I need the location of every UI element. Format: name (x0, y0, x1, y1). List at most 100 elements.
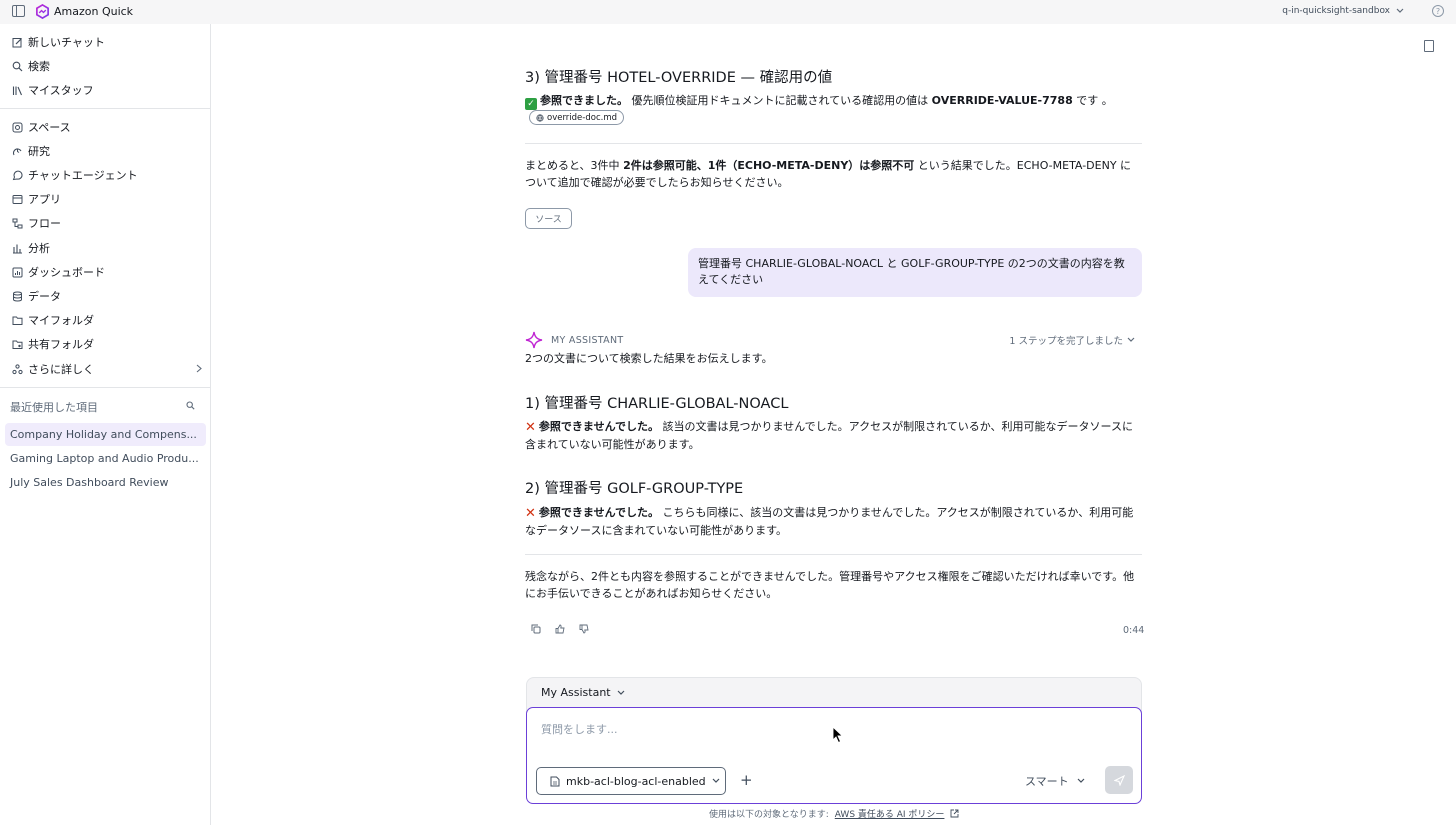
summary-paragraph: まとめると、3件中 2件は参照可能、1件（ECHO-META-DENY）は参照不… (525, 157, 1142, 191)
add-icon[interactable]: + (740, 771, 753, 789)
sidebar-item-label: 分析 (28, 242, 50, 255)
mouse-cursor-icon (832, 726, 844, 744)
folder-icon (12, 315, 23, 326)
mode-label: スマート (1025, 775, 1069, 788)
message-actions (530, 623, 590, 635)
sidebar-item-spaces[interactable]: スペース (12, 117, 71, 137)
app-name: Amazon Quick (54, 5, 134, 18)
sidebar-item-analysis[interactable]: 分析 (12, 238, 50, 258)
thumbs-down-icon[interactable] (578, 623, 590, 635)
assistant-intro: 2つの文書について検索した結果をお伝えします。 (525, 352, 773, 365)
sidebar-item-search[interactable]: 検索 (12, 56, 50, 76)
amazon-quick-logo-icon (36, 4, 49, 19)
result-status: 参照できませんでした。 (538, 420, 660, 433)
recent-item[interactable]: Gaming Laptop and Audio Produ... (5, 447, 206, 470)
chevron-down-icon (1127, 337, 1135, 342)
closing-paragraph: 残念ながら、2件とも内容を参照することができませんでした。管理番号やアクセス権限… (525, 570, 1135, 600)
agent-selector[interactable]: My Assistant (541, 686, 625, 699)
check-icon: ✓ (525, 98, 537, 110)
steps-label: 1 ステップを完了しました (1009, 336, 1123, 347)
research-icon (12, 146, 23, 157)
sidebar-item-research[interactable]: 研究 (12, 141, 50, 161)
recent-items-label: 最近使用した項目 (10, 401, 98, 414)
search-icon (12, 61, 23, 72)
chevron-down-icon (617, 690, 625, 695)
result-status: 参照できませんでした。 (538, 506, 660, 519)
sidebar-item-shared-folders[interactable]: 共有フォルダ (12, 334, 94, 354)
sidebar-item-apps[interactable]: アプリ (12, 189, 61, 209)
sidebar-item-data[interactable]: データ (12, 286, 61, 306)
source-chip[interactable]: override-doc.md (529, 110, 625, 125)
section-heading: 3) 管理番号 HOTEL-OVERRIDE — 確認用の値 (525, 70, 833, 86)
top-bar: Amazon Quick q-in-quicksight-sandbox ? (0, 0, 1456, 24)
section-heading: 1) 管理番号 CHARLIE-GLOBAL-NOACL (525, 396, 789, 412)
divider (525, 143, 1142, 144)
recent-item[interactable]: Company Holiday and Compens... (5, 423, 206, 446)
composer: mkb-acl-blog-acl-enabled + スマート (526, 707, 1142, 804)
sidebar-item-label: アプリ (28, 193, 61, 206)
chevron-down-icon (1077, 778, 1085, 783)
cross-icon: ✕ (525, 420, 536, 435)
sidebar-item-my-folders[interactable]: マイフォルダ (12, 310, 94, 330)
result-value: OVERRIDE-VALUE-7788 (931, 94, 1073, 107)
sidebar-divider (0, 108, 211, 109)
sidebar-item-label: 新しいチャット (28, 36, 105, 49)
send-button[interactable] (1105, 766, 1133, 794)
sidebar: 新しいチャット 検索 マイスタッフ スペース 研究 チャットエージェント アプリ… (0, 24, 211, 825)
sparkle-icon (525, 331, 543, 349)
sidebar-item-label: 共有フォルダ (28, 338, 94, 351)
chevron-right-icon[interactable] (196, 363, 202, 376)
sidebar-item-new-chat[interactable]: 新しいチャット (12, 32, 105, 52)
library-icon (12, 85, 23, 96)
shared-folder-icon (12, 339, 23, 350)
copy-icon[interactable] (530, 623, 542, 635)
steps-toggle[interactable]: 1 ステップを完了しました (1009, 333, 1135, 347)
sidebar-toggle-icon[interactable] (12, 5, 25, 17)
external-link-icon (950, 809, 959, 818)
apps-icon (12, 194, 23, 205)
sidebar-item-label: さらに詳しく (28, 363, 94, 376)
section-heading: 2) 管理番号 GOLF-GROUP-TYPE (525, 481, 744, 497)
document-icon[interactable] (1424, 40, 1434, 52)
sidebar-divider (0, 387, 211, 388)
sidebar-item-flows[interactable]: フロー (12, 213, 61, 233)
ai-policy-link[interactable]: AWS 責任ある AI ポリシー (835, 807, 945, 820)
result-paragraph: ✕ 参照できませんでした。 該当の文書は見つかりませんでした。アクセスが制限されて… (525, 418, 1142, 453)
more-icon (12, 363, 23, 375)
database-icon (12, 291, 23, 302)
sidebar-item-label: フロー (28, 217, 61, 230)
sidebar-item-my-stuff[interactable]: マイスタッフ (12, 80, 94, 100)
mode-selector[interactable]: スマート (1025, 773, 1085, 789)
sidebar-item-more[interactable]: さらに詳しく (12, 359, 94, 379)
account-name: q-in-quicksight-sandbox (1282, 6, 1390, 16)
knowledge-base-selector[interactable]: mkb-acl-blog-acl-enabled (536, 767, 726, 795)
response-time: 0:44 (1123, 625, 1145, 636)
user-message: 管理番号 CHARLIE-GLOBAL-NOACL と GOLF-GROUP-T… (688, 248, 1142, 297)
send-icon (1113, 774, 1125, 786)
sidebar-item-chat-agents[interactable]: チャットエージェント (12, 165, 138, 185)
sources-button[interactable]: ソース (525, 208, 572, 229)
chat-agent-icon (12, 170, 23, 181)
result-text: 優先順位検証用ドキュメントに記載されている確認用の値は (628, 94, 932, 107)
knowledge-base-icon (550, 776, 560, 786)
summary-bold: 2件は参照可能、1件（ECHO-META-DENY）は参照不可 (623, 159, 915, 172)
search-icon[interactable] (186, 400, 195, 413)
sidebar-item-dashboards[interactable]: ダッシュボード (12, 262, 105, 282)
source-chip-label: override-doc.md (547, 112, 618, 123)
sidebar-item-label: 検索 (28, 60, 50, 73)
prompt-input[interactable] (541, 721, 1101, 737)
thumbs-up-icon[interactable] (554, 623, 566, 635)
sidebar-item-label: チャットエージェント (28, 169, 138, 182)
help-icon[interactable]: ? (1432, 5, 1444, 17)
sidebar-item-label: マイフォルダ (28, 314, 94, 327)
result-status: 参照できました。 (540, 94, 628, 107)
sidebar-item-label: 研究 (28, 145, 50, 158)
dashboard-icon (12, 267, 23, 278)
footer-text: 使用は以下の対象となります: (709, 810, 829, 820)
flow-icon (12, 218, 23, 229)
assistant-header: MY ASSISTANT (525, 331, 623, 349)
recent-item[interactable]: July Sales Dashboard Review (5, 471, 206, 494)
chevron-down-icon (712, 778, 720, 783)
account-selector[interactable]: q-in-quicksight-sandbox (1282, 6, 1404, 16)
footer: 使用は以下の対象となります: AWS 責任ある AI ポリシー (709, 807, 959, 820)
